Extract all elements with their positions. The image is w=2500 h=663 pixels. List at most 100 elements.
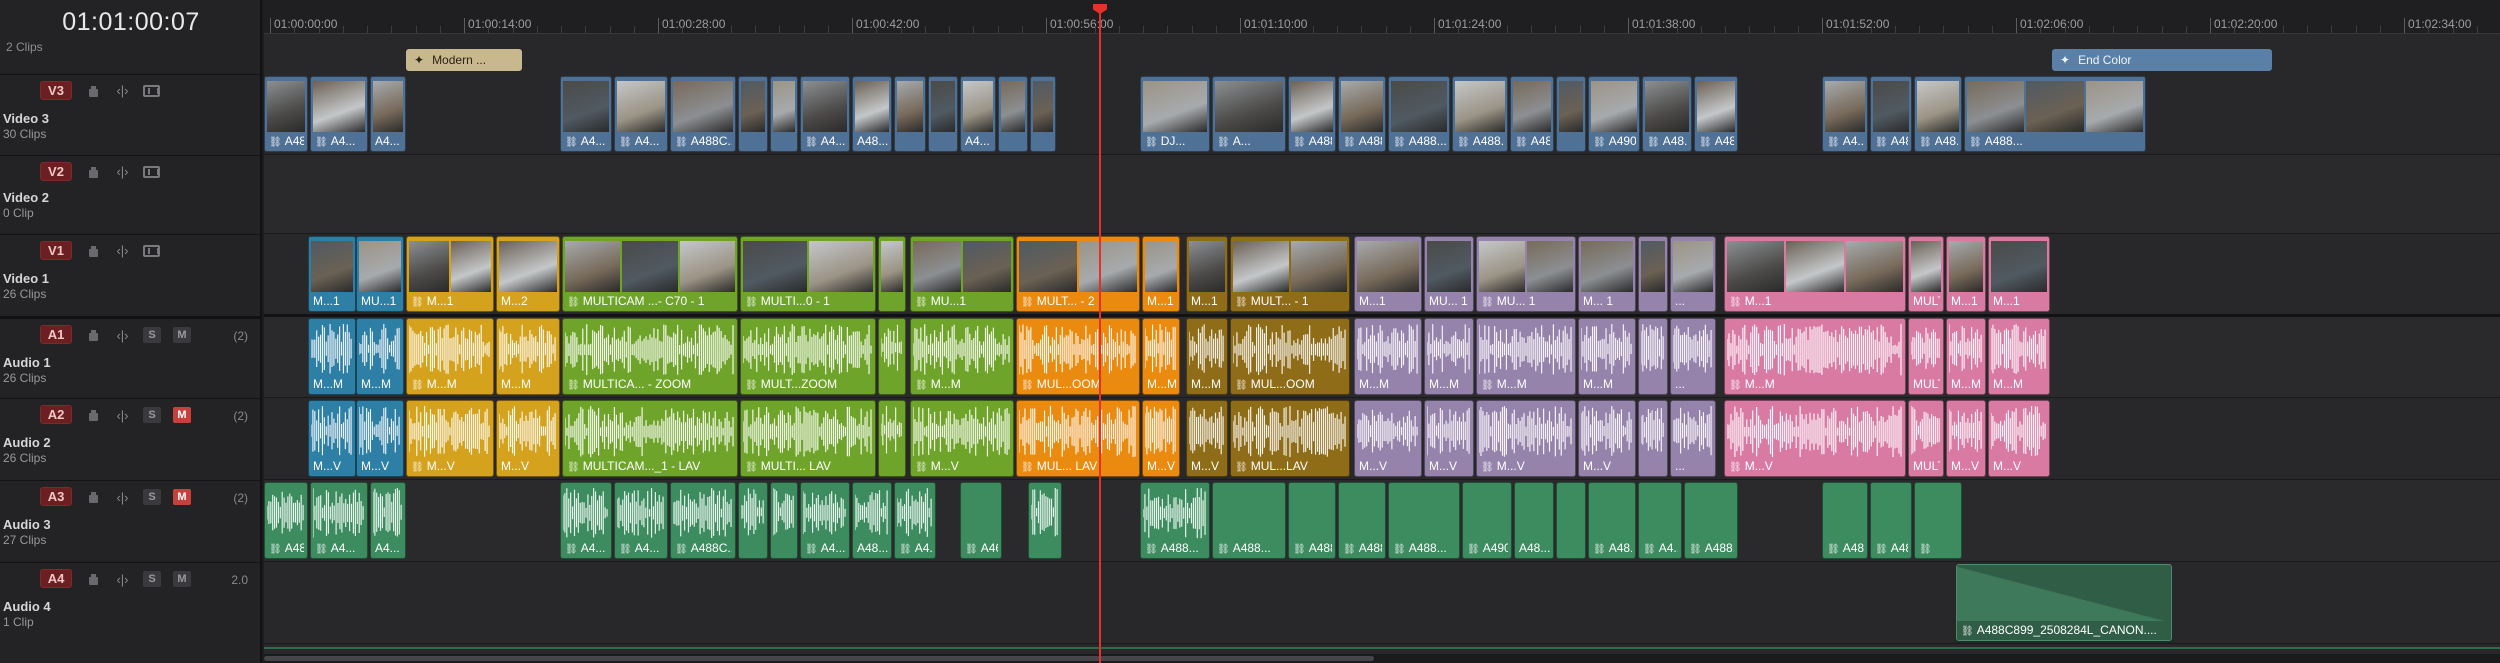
a2-clip[interactable]: M...V <box>406 400 494 477</box>
timeline-clip[interactable]: A488... <box>1388 76 1450 152</box>
a3-clip[interactable]: A488... <box>1288 482 1336 559</box>
timeline-clip[interactable] <box>1030 76 1056 152</box>
a3-clip[interactable]: A488... <box>1338 482 1386 559</box>
timeline-clip[interactable]: A48... <box>1642 76 1692 152</box>
timeline-clip[interactable]: A4... <box>370 76 406 152</box>
mute-button[interactable]: M <box>173 571 191 587</box>
a1-clip[interactable]: MULT...ZOOM <box>740 318 876 395</box>
timeline-clip[interactable]: A4... <box>614 76 668 152</box>
a1-clip[interactable]: M...M <box>1578 318 1636 395</box>
mute-button[interactable]: M <box>173 489 191 505</box>
a3-clip[interactable]: A4... <box>800 482 850 559</box>
timeline-clip[interactable]: A48... <box>264 76 308 152</box>
a3-clip[interactable]: A4... <box>560 482 612 559</box>
timeline-clip[interactable] <box>894 76 926 152</box>
a1-clip[interactable]: M...M <box>308 318 356 395</box>
a2-clip[interactable]: M...V <box>1476 400 1576 477</box>
v1-clip[interactable]: MU... 1 <box>1424 236 1474 312</box>
a2-clip[interactable]: M...V <box>1142 400 1180 477</box>
timeline-lanes[interactable]: ✦ Modern ... ✦ End Color A48... A4... A4... A4.… <box>264 34 2500 663</box>
a4-clip[interactable]: A488C899_2508284L_CANON.... <box>1956 564 2172 641</box>
a3-clip[interactable]: A4... <box>894 482 936 559</box>
a1-clip[interactable]: M...M <box>1946 318 1986 395</box>
sync-link-icon[interactable]: ‹|› <box>114 490 131 505</box>
a3-clip[interactable]: A4... <box>1638 482 1682 559</box>
v1-clip[interactable]: ... <box>1670 236 1716 312</box>
v1-clip[interactable]: M...1 <box>406 236 494 312</box>
a1-clip[interactable]: MULTICA... - ZOOM <box>1908 318 1944 395</box>
timeline-clip[interactable]: A48... <box>1914 76 1962 152</box>
v1-clip[interactable]: M...2 <box>496 236 560 312</box>
track-badge-v1[interactable]: V1 <box>40 241 72 260</box>
a3-clip[interactable]: A4... <box>614 482 668 559</box>
timeline-clip[interactable]: A4... <box>310 76 368 152</box>
a1-clip[interactable]: M...M <box>1142 318 1180 395</box>
timeline-clip[interactable]: A490... <box>1588 76 1640 152</box>
a2-clip[interactable]: M...V <box>1186 400 1228 477</box>
lane-v2[interactable] <box>264 155 2500 234</box>
timeline-clip[interactable]: A48... <box>1694 76 1738 152</box>
film-strip-icon[interactable] <box>143 244 160 257</box>
timeline-clip[interactable]: A48... <box>852 76 892 152</box>
a2-clip[interactable]: M...V <box>1578 400 1636 477</box>
lock-icon[interactable] <box>85 408 102 423</box>
timecode-display[interactable]: 01:01:00:07 <box>0 0 262 44</box>
a1-clip[interactable]: M...M <box>1476 318 1576 395</box>
a2-clip[interactable]: M...V <box>496 400 560 477</box>
v1-clip[interactable]: M...1 <box>1186 236 1228 312</box>
a3-clip[interactable]: A488... <box>1140 482 1210 559</box>
lock-icon[interactable] <box>85 164 102 179</box>
a3-clip[interactable]: A48... <box>1822 482 1868 559</box>
a3-clip[interactable]: A488... <box>1684 482 1738 559</box>
timeline-clip[interactable]: A... <box>1212 76 1286 152</box>
a3-clip[interactable]: A490... <box>1462 482 1512 559</box>
a1-clip[interactable]: M...M <box>1424 318 1474 395</box>
v1-clip[interactable]: MULTICAM ...- C70 - 2 <box>1908 236 1944 312</box>
a1-clip[interactable]: M...M <box>1724 318 1906 395</box>
a2-clip[interactable] <box>1638 400 1668 477</box>
a1-clip[interactable]: M...M <box>1988 318 2050 395</box>
track-badge-a2[interactable]: A2 <box>40 405 72 424</box>
a3-clip[interactable]: A46... <box>960 482 1002 559</box>
film-strip-icon[interactable] <box>143 165 160 178</box>
a2-clip[interactable]: MUL... LAV <box>1016 400 1140 477</box>
timeline-clip[interactable]: A4... <box>560 76 612 152</box>
a3-clip[interactable]: A4... <box>310 482 368 559</box>
a1-clip[interactable]: M...M <box>356 318 404 395</box>
v1-clip[interactable]: MU... 1 <box>1476 236 1576 312</box>
timeline-clip[interactable]: A488C... <box>670 76 736 152</box>
v1-clip[interactable]: MULT... - 2 <box>1016 236 1140 312</box>
v1-clip[interactable]: M...1 <box>1988 236 2050 312</box>
timeline-clip[interactable]: A4... <box>960 76 996 152</box>
a3-clip[interactable] <box>1914 482 1962 559</box>
a2-clip[interactable]: M...V <box>308 400 356 477</box>
title-clip[interactable]: ✦ End Color <box>2052 49 2272 71</box>
v1-clip[interactable]: M...1 <box>1946 236 1986 312</box>
sync-link-icon[interactable]: ‹|› <box>114 328 131 343</box>
lock-icon[interactable] <box>85 328 102 343</box>
a3-clip[interactable]: A48... <box>264 482 308 559</box>
lock-icon[interactable] <box>85 243 102 258</box>
a1-clip[interactable]: M...M <box>910 318 1014 395</box>
timeline-clip[interactable] <box>1556 76 1586 152</box>
a1-clip[interactable]: M...M <box>1186 318 1228 395</box>
a2-clip[interactable]: MULTICAM..._1 - LAV <box>562 400 738 477</box>
a2-clip[interactable]: ... <box>1670 400 1716 477</box>
a3-clip[interactable]: A488... <box>1388 482 1460 559</box>
a3-clip[interactable]: A4... <box>370 482 406 559</box>
sync-link-icon[interactable]: ‹|› <box>114 572 131 587</box>
a3-clip[interactable]: A488... <box>1212 482 1286 559</box>
a3-clip[interactable] <box>770 482 798 559</box>
playhead-line[interactable] <box>1099 4 1101 663</box>
lock-icon[interactable] <box>85 83 102 98</box>
track-badge-v2[interactable]: V2 <box>40 162 72 181</box>
sync-link-icon[interactable]: ‹|› <box>114 243 131 258</box>
a1-clip[interactable] <box>878 318 906 395</box>
v1-clip[interactable]: MULT... - 1 <box>1230 236 1350 312</box>
timeline-clip[interactable]: A488... <box>1338 76 1386 152</box>
v1-clip[interactable] <box>1638 236 1668 312</box>
film-strip-icon[interactable] <box>143 84 160 97</box>
title-clip[interactable]: ✦ Modern ... <box>406 49 522 71</box>
lock-icon[interactable] <box>85 572 102 587</box>
a2-clip[interactable]: M...V <box>1946 400 1986 477</box>
